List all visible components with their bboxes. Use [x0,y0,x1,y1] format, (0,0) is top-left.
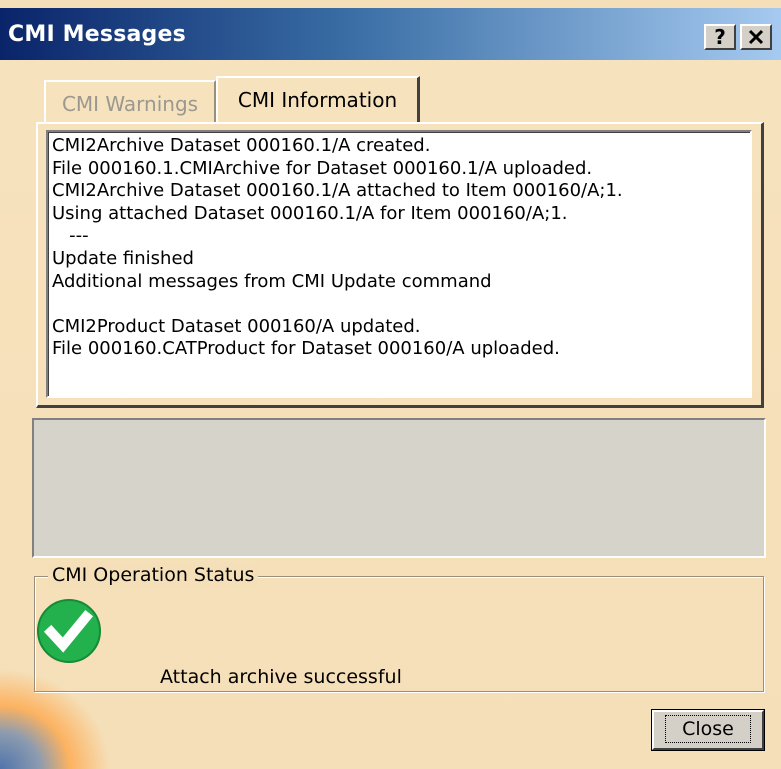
tab-cmi-warnings[interactable]: CMI Warnings [44,80,216,122]
help-button[interactable]: ? [704,24,736,50]
status-message: Attach archive successful [160,666,402,688]
check-circle-icon [37,599,101,663]
message-line: Update finished [52,247,194,269]
message-line: CMI2Archive Dataset 000160.1/A attached … [52,180,623,202]
message-line: Additional messages from CMI Update comm… [52,270,492,292]
message-line: Using attached Dataset 000160.1/A for It… [52,202,568,224]
message-line: CMI2Product Dataset 000160/A updated. [52,315,421,337]
messages-text-area[interactable]: CMI2Archive Dataset 000160.1/A created. … [46,130,752,398]
message-line: File 000160.1.CMIArchive for Dataset 000… [52,157,593,179]
close-button[interactable]: Close [651,709,765,751]
message-line: CMI2Archive Dataset 000160.1/A created. [52,135,431,156]
help-icon: ? [714,25,726,49]
message-line: --- [52,225,89,247]
cmi-messages-dialog: CMI Messages ? CMI Warnings CMI Informat… [0,0,781,769]
operation-status-label: CMI Operation Status [48,562,259,588]
message-line: File 000160.CATProduct for Dataset 00016… [52,338,560,360]
tab-cmi-information[interactable]: CMI Information [216,76,420,122]
details-area [32,418,766,558]
close-button-label: Close [665,715,751,743]
close-icon [748,29,764,45]
message-line [52,293,746,316]
window-title: CMI Messages [8,22,186,47]
window-close-button[interactable] [740,24,772,50]
title-bar[interactable]: CMI Messages ? [0,8,781,60]
